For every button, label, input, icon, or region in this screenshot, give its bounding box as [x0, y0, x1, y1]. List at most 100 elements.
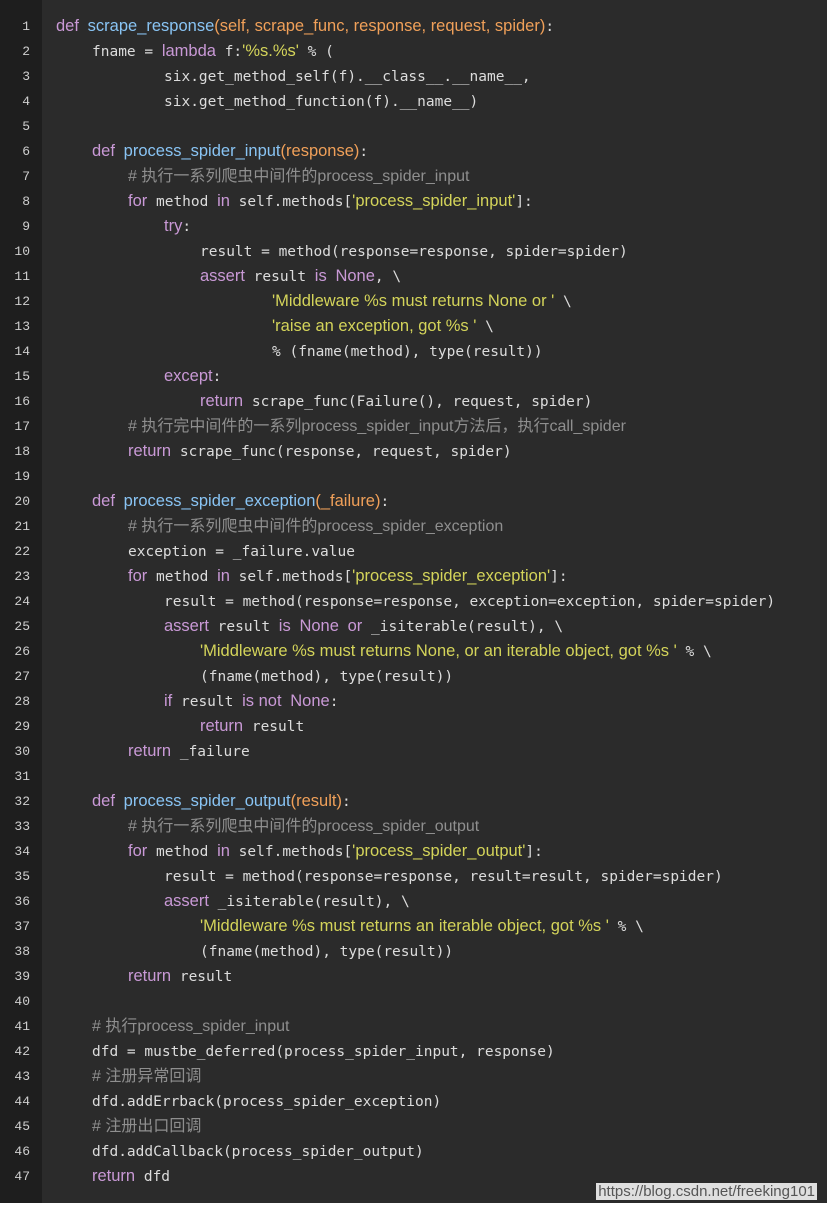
code-text: return scrape_func(response, request, sp… — [128, 439, 512, 465]
code-token-plain: self.methods[ — [229, 844, 353, 860]
code-token-plain: (fname(method), type(result)) — [200, 944, 454, 960]
code-line: 37 'Middleware %s must returns an iterabl… — [0, 914, 827, 939]
code-token-fn: process_spider_output — [123, 792, 291, 810]
code-token-param: (response) — [280, 142, 360, 160]
code-token-kw: return — [128, 742, 172, 760]
code-text: dfd = mustbe_deferred(process_spider_inp… — [92, 1039, 555, 1065]
line-number: 38 — [14, 944, 30, 959]
code-token-kw: for — [128, 842, 148, 860]
code-text: assert _isiterable(result), \ — [164, 889, 410, 915]
code-line: 7 # 执行一系列爬虫中间件的process_spider_input — [0, 164, 827, 189]
code-token-plain: dfd.addCallback(process_spider_output) — [92, 1144, 424, 1160]
code-token-kw: assert — [200, 267, 245, 285]
line-number: 21 — [14, 519, 30, 534]
code-token-plain: result — [171, 969, 233, 985]
code-line: 27 (fname(method), type(result)) — [0, 664, 827, 689]
code-line: 41 # 执行process_spider_input — [0, 1014, 827, 1039]
code-text: assert result is None, \ — [200, 264, 401, 290]
code-token-kw: is — [314, 267, 327, 285]
code-line: 45 # 注册出口回调 — [0, 1114, 827, 1139]
code-token-plain: \ — [554, 294, 572, 310]
line-number: 19 — [14, 469, 30, 484]
code-token-plain: : — [380, 494, 390, 510]
code-token-kw: assert — [164, 617, 209, 635]
code-text: if result is not None: — [164, 689, 338, 715]
line-number: 29 — [14, 719, 30, 734]
code-line: 12 'Middleware %s must returns None or ' … — [0, 289, 827, 314]
line-number: 25 — [14, 619, 30, 634]
code-line: 46 dfd.addCallback(process_spider_output) — [0, 1139, 827, 1164]
code-line: 44 dfd.addErrback(process_spider_exceptio… — [0, 1089, 827, 1114]
code-line: 34 for method in self.methods['process_sp… — [0, 839, 827, 864]
code-text: dfd.addErrback(process_spider_exception) — [92, 1089, 441, 1115]
line-number: 11 — [14, 269, 30, 284]
code-token-plain: self.methods[ — [229, 194, 353, 210]
code-line: 20 def process_spider_exception(_failure)… — [0, 489, 827, 514]
code-token-plain: : — [212, 369, 222, 385]
code-token-kw: try — [164, 217, 183, 235]
code-text: return result — [200, 714, 304, 740]
line-number: 2 — [22, 44, 30, 59]
code-token-kw: return — [200, 392, 244, 410]
code-text: six.get_method_self(f).__class__.__name_… — [164, 64, 531, 90]
code-line: 5 — [0, 114, 827, 139]
code-line: 16 return scrape_func(Failure(), request,… — [0, 389, 827, 414]
code-text: for method in self.methods['process_spid… — [128, 564, 568, 590]
code-token-kw: for — [128, 192, 148, 210]
code-token-plain: , \ — [374, 269, 402, 285]
line-number: 17 — [14, 419, 30, 434]
line-number: 27 — [14, 669, 30, 684]
code-line: 13 'raise an exception, got %s ' \ — [0, 314, 827, 339]
code-token-plain: : — [359, 144, 369, 160]
code-token-kw: in — [217, 567, 230, 585]
code-token-plain: : — [182, 219, 192, 235]
code-line: 33 # 执行一系列爬虫中间件的process_spider_output — [0, 814, 827, 839]
line-number: 24 — [14, 594, 30, 609]
code-line: 1 def scrape_response(self, scrape_func, … — [0, 14, 827, 39]
code-text: 'Middleware %s must returns None or ' \ — [272, 289, 572, 315]
code-block: 1 def scrape_response(self, scrape_func, … — [0, 14, 827, 1189]
code-token-plain: result — [244, 269, 315, 285]
code-token-kw: None — [299, 617, 339, 635]
code-token-plain: ]: — [525, 844, 543, 860]
code-token-plain: dfd = mustbe_deferred(process_spider_inp… — [92, 1044, 555, 1060]
code-text: # 注册出口回调 — [92, 1114, 201, 1139]
line-number: 7 — [22, 169, 30, 184]
line-number: 35 — [14, 869, 30, 884]
code-token-plain: : — [341, 794, 351, 810]
code-line: 23 for method in self.methods['process_sp… — [0, 564, 827, 589]
line-number: 42 — [14, 1044, 30, 1059]
code-text: return scrape_func(Failure(), request, s… — [200, 389, 592, 415]
code-token-kw: if — [164, 692, 173, 710]
code-line: 36 assert _isiterable(result), \ — [0, 889, 827, 914]
code-line: 15 except: — [0, 364, 827, 389]
code-token-plain: % \ — [676, 644, 712, 660]
code-token-cmt: # 执行process_spider_input — [92, 1018, 290, 1035]
line-number: 26 — [14, 644, 30, 659]
code-token-plain: (fname(method), type(result)) — [200, 669, 454, 685]
code-line: 4 six.get_method_function(f).__name__) — [0, 89, 827, 114]
code-token-str: 'raise an exception, got %s ' — [272, 317, 477, 335]
code-token-plain: result — [208, 619, 279, 635]
code-token-str: 'Middleware %s must returns None, or an … — [200, 642, 677, 660]
line-number: 34 — [14, 844, 30, 859]
code-token-plain: six.get_method_function(f).__name__) — [164, 94, 479, 110]
line-number: 45 — [14, 1119, 30, 1134]
code-line: 40 — [0, 989, 827, 1014]
code-text: result = method(response=response, spide… — [200, 239, 628, 265]
code-token-kw: except — [164, 367, 213, 385]
line-number: 13 — [14, 319, 30, 334]
line-number: 5 — [22, 119, 30, 134]
code-line: 22 exception = _failure.value — [0, 539, 827, 564]
code-token-param: (result) — [290, 792, 342, 810]
line-number: 23 — [14, 569, 30, 584]
code-line: 6 def process_spider_input(response): — [0, 139, 827, 164]
code-token-fn: process_spider_exception — [123, 492, 316, 510]
code-token-kw: def — [92, 142, 115, 160]
code-text: dfd.addCallback(process_spider_output) — [92, 1139, 424, 1165]
code-token-plain: result = method(response=response, spide… — [200, 244, 628, 260]
code-line: 29 return result — [0, 714, 827, 739]
code-token-kw: return — [92, 1167, 136, 1185]
code-token-str: 'process_spider_input' — [352, 192, 516, 210]
